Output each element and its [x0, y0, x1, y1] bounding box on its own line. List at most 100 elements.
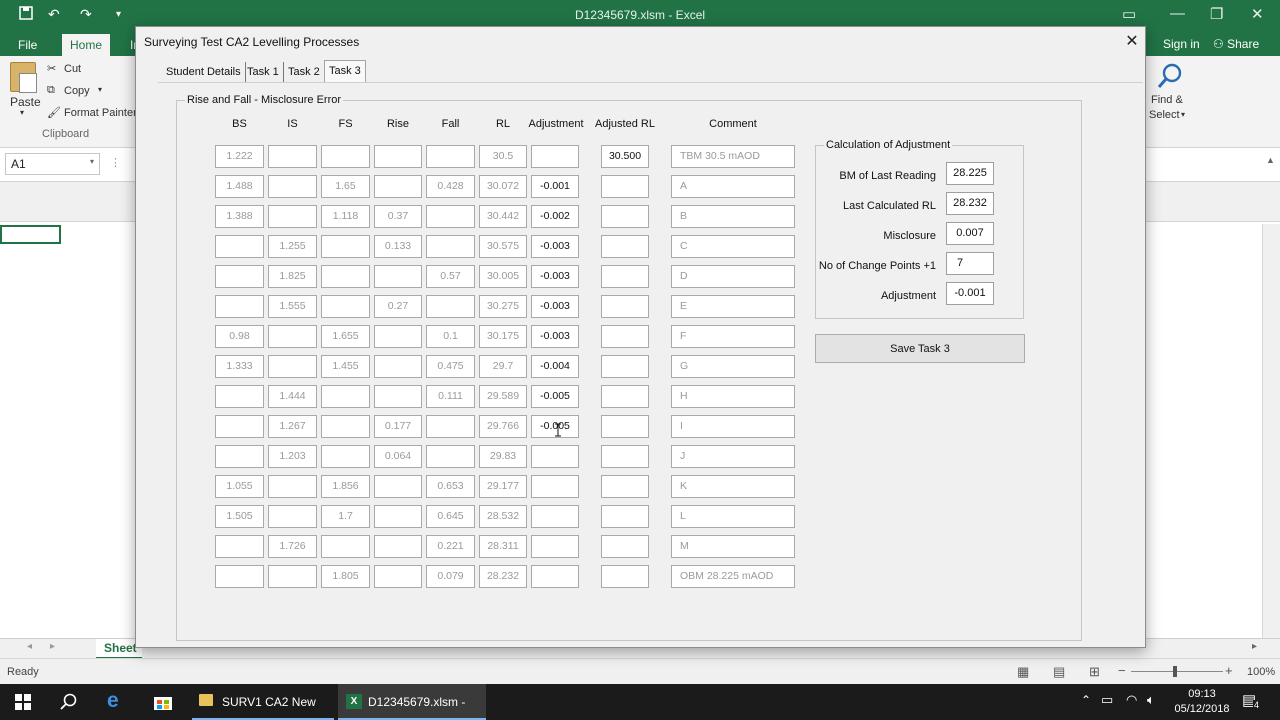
adj-rl-field-row-1[interactable]: 30.500: [601, 145, 649, 168]
battery-icon[interactable]: ▭: [1101, 692, 1113, 708]
rl-field-row-2[interactable]: 30.072: [479, 175, 527, 198]
comment-field-row-13[interactable]: L: [671, 505, 795, 528]
adj-field-row-4[interactable]: -0.003: [531, 235, 579, 258]
bs-field-row-3[interactable]: 1.388: [215, 205, 264, 228]
comment-field-row-11[interactable]: J: [671, 445, 795, 468]
rl-field-row-5[interactable]: 30.005: [479, 265, 527, 288]
adj-rl-field-row-11[interactable]: [601, 445, 649, 468]
sheet-next-icon[interactable]: ▸: [50, 641, 55, 652]
zoom-in-icon[interactable]: +: [1225, 663, 1233, 678]
adj-rl-field-row-8[interactable]: [601, 355, 649, 378]
sheet-prev-icon[interactable]: ◂: [27, 641, 32, 652]
is-field-row-4[interactable]: 1.255: [268, 235, 317, 258]
tab-task-2[interactable]: Task 2: [284, 62, 325, 82]
fs-field-row-2[interactable]: 1.65: [321, 175, 370, 198]
rise-field-row-2[interactable]: [374, 175, 422, 198]
fall-field-row-9[interactable]: 0.111: [426, 385, 475, 408]
is-field-row-1[interactable]: [268, 145, 317, 168]
adj-rl-field-row-13[interactable]: [601, 505, 649, 528]
selected-cell-a1[interactable]: [0, 225, 61, 244]
rise-field-row-3[interactable]: 0.37: [374, 205, 422, 228]
is-field-row-2[interactable]: [268, 175, 317, 198]
comment-field-row-9[interactable]: H: [671, 385, 795, 408]
bs-field-row-12[interactable]: 1.055: [215, 475, 264, 498]
bs-field-row-1[interactable]: 1.222: [215, 145, 264, 168]
fall-field-row-7[interactable]: 0.1: [426, 325, 475, 348]
wifi-icon[interactable]: ◠: [1126, 692, 1137, 708]
comment-field-row-10[interactable]: I: [671, 415, 795, 438]
find-select-label-1[interactable]: Find &: [1151, 94, 1183, 106]
bs-field-row-13[interactable]: 1.505: [215, 505, 264, 528]
adj-rl-field-row-3[interactable]: [601, 205, 649, 228]
rise-field-row-12[interactable]: [374, 475, 422, 498]
zoom-slider[interactable]: [1131, 671, 1223, 672]
comment-field-row-6[interactable]: E: [671, 295, 795, 318]
taskbar-clock[interactable]: 09:13 05/12/2018: [1170, 687, 1234, 717]
fall-field-row-11[interactable]: [426, 445, 475, 468]
copy-dropdown-icon[interactable]: ▾: [98, 85, 102, 94]
close-window-icon[interactable]: ✕: [1251, 5, 1264, 23]
rise-field-row-11[interactable]: 0.064: [374, 445, 422, 468]
adj-field-row-11[interactable]: [531, 445, 579, 468]
adj-rl-field-row-9[interactable]: [601, 385, 649, 408]
bs-field-row-5[interactable]: [215, 265, 264, 288]
rl-field-row-1[interactable]: 30.5: [479, 145, 527, 168]
rise-field-row-14[interactable]: [374, 535, 422, 558]
rl-field-row-15[interactable]: 28.232: [479, 565, 527, 588]
minimize-icon[interactable]: —: [1170, 5, 1185, 22]
adj-rl-field-row-4[interactable]: [601, 235, 649, 258]
fs-field-row-11[interactable]: [321, 445, 370, 468]
adj-field-row-3[interactable]: -0.002: [531, 205, 579, 228]
bs-field-row-15[interactable]: [215, 565, 264, 588]
comment-field-row-14[interactable]: M: [671, 535, 795, 558]
adjustment-field[interactable]: -0.001: [946, 282, 994, 305]
bs-field-row-14[interactable]: [215, 535, 264, 558]
adj-rl-field-row-15[interactable]: [601, 565, 649, 588]
normal-view-icon[interactable]: ▦: [1017, 664, 1029, 680]
find-select-label-2[interactable]: Select: [1149, 109, 1180, 121]
fs-field-row-6[interactable]: [321, 295, 370, 318]
edge-button[interactable]: e: [98, 684, 136, 720]
rl-field-row-14[interactable]: 28.311: [479, 535, 527, 558]
fall-field-row-8[interactable]: 0.475: [426, 355, 475, 378]
is-field-row-11[interactable]: 1.203: [268, 445, 317, 468]
save-task-3-button[interactable]: Save Task 3: [815, 334, 1025, 363]
comment-field-row-3[interactable]: B: [671, 205, 795, 228]
is-field-row-6[interactable]: 1.555: [268, 295, 317, 318]
bs-field-row-4[interactable]: [215, 235, 264, 258]
rise-field-row-8[interactable]: [374, 355, 422, 378]
is-field-row-3[interactable]: [268, 205, 317, 228]
fall-field-row-5[interactable]: 0.57: [426, 265, 475, 288]
adj-field-row-9[interactable]: -0.005: [531, 385, 579, 408]
fs-field-row-14[interactable]: [321, 535, 370, 558]
bs-field-row-10[interactable]: [215, 415, 264, 438]
comment-field-row-1[interactable]: TBM 30.5 mAOD: [671, 145, 795, 168]
is-field-row-10[interactable]: 1.267: [268, 415, 317, 438]
comment-field-row-5[interactable]: D: [671, 265, 795, 288]
tab-student-details[interactable]: Student Details: [162, 62, 246, 82]
adj-field-row-6[interactable]: -0.003: [531, 295, 579, 318]
tab-file[interactable]: File: [10, 34, 45, 56]
name-box[interactable]: A1 ▾: [5, 153, 100, 175]
adj-field-row-1[interactable]: [531, 145, 579, 168]
start-button[interactable]: [0, 684, 46, 720]
fall-field-row-14[interactable]: 0.221: [426, 535, 475, 558]
adj-rl-field-row-12[interactable]: [601, 475, 649, 498]
fs-field-row-13[interactable]: 1.7: [321, 505, 370, 528]
comment-field-row-4[interactable]: C: [671, 235, 795, 258]
comment-field-row-2[interactable]: A: [671, 175, 795, 198]
tab-task-1[interactable]: Task 1: [243, 62, 284, 82]
adj-rl-field-row-10[interactable]: [601, 415, 649, 438]
rise-field-row-15[interactable]: [374, 565, 422, 588]
fs-field-row-5[interactable]: [321, 265, 370, 288]
bs-field-row-7[interactable]: 0.98: [215, 325, 264, 348]
tab-home[interactable]: Home: [62, 34, 111, 56]
hscroll-right-icon[interactable]: ▸: [1252, 641, 1257, 652]
is-field-row-9[interactable]: 1.444: [268, 385, 317, 408]
zoom-out-icon[interactable]: −: [1118, 663, 1126, 678]
vertical-scrollbar[interactable]: [1262, 224, 1280, 638]
bs-field-row-11[interactable]: [215, 445, 264, 468]
copy-button[interactable]: Copy: [64, 85, 90, 97]
rl-field-row-13[interactable]: 28.532: [479, 505, 527, 528]
adj-rl-field-row-2[interactable]: [601, 175, 649, 198]
